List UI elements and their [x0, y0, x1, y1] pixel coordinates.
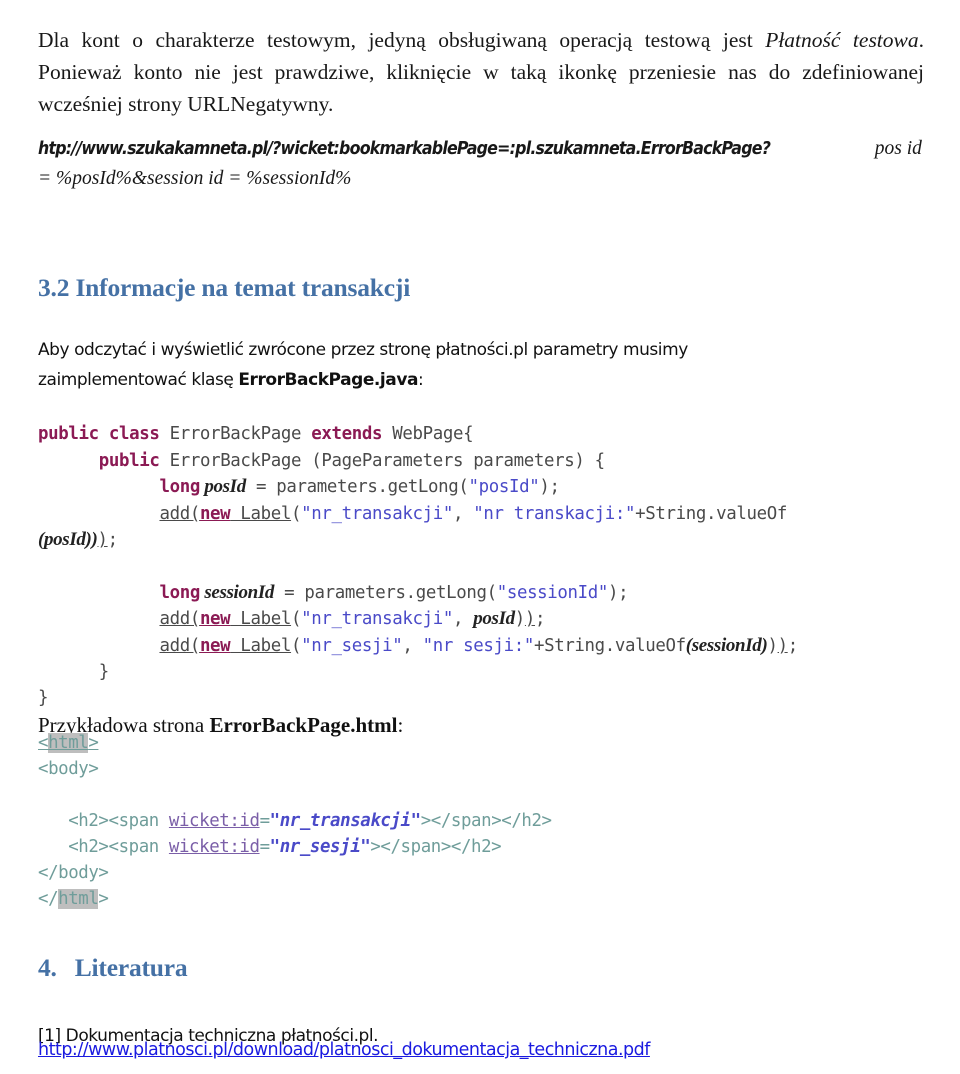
- heading-4-text: Literatura: [74, 953, 188, 983]
- java-str-nr-sesji-text-l8: "nr sesji:": [422, 635, 535, 656]
- java-indent-l6: [38, 583, 159, 603]
- html-open-tag-bracket-close: >: [88, 733, 99, 754]
- java-wrap-posid-args: (posId)): [38, 529, 98, 551]
- html-code-block: <html> <body> <h2><span wicket:id="nr_tr…: [38, 730, 938, 912]
- java-code-block: public class ErrorBackPage extends WebPa…: [38, 421, 954, 711]
- java-semicolon-l7: ;: [535, 609, 546, 630]
- html-close-tag-bracket: </: [38, 889, 59, 910]
- java-kw-new-l4: new: [199, 503, 231, 524]
- java-str-nr-sesji-id-l8: "nr_sesji": [301, 635, 403, 656]
- java-label-l8: Label: [230, 635, 292, 656]
- java-getlong-call-posid: = parameters.getLong(: [245, 477, 469, 498]
- heading-section-3-2: 3.2 Informacje na temat transakcji: [38, 273, 411, 303]
- html-attr-equals-l3: =: [259, 811, 270, 832]
- html-indent-l4: [38, 837, 68, 857]
- java-kw-new-l7: new: [199, 609, 231, 630]
- java-str-nr-transakcji-id-l7: "nr_transakcji": [301, 609, 453, 630]
- java-closeparen-l7: ): [514, 609, 525, 630]
- intro-text-part1: Dla kont o charakterze testowym, jedyną …: [38, 27, 766, 52]
- heading-section-4: 4. Literatura: [38, 953, 188, 983]
- java-superclass: WebPage{: [382, 424, 474, 445]
- java-arg-posid-l7: posId: [473, 608, 515, 630]
- java-kw-new-l8: new: [199, 635, 231, 656]
- java-comma-l4: ,: [452, 503, 474, 524]
- html-close-tag-bracket-close: >: [98, 889, 109, 910]
- java-closeparen-l8: ): [767, 635, 778, 656]
- java-arg-sessionid-l8: (sessionId): [685, 634, 768, 656]
- html-body-open-tag: <body>: [38, 759, 99, 780]
- java-valueof-l4: +String.valueOf: [635, 503, 787, 524]
- java-ctor-signature: ErrorBackPage (PageParameters parameters…: [159, 450, 606, 471]
- java-indent-l3: [38, 477, 159, 497]
- java-kw-public-ctor: public: [98, 450, 160, 471]
- java-comma-l8: ,: [402, 635, 423, 656]
- html-close-tag-name: html: [58, 889, 99, 910]
- java-paren-l8: (: [291, 635, 302, 656]
- html-attr-wicketid-l4: wicket:id: [168, 837, 260, 858]
- html-attr-value-nr-sesji: "nr_sesji": [269, 837, 371, 858]
- html-open-tag-bracket: <: [38, 733, 49, 754]
- literature-link[interactable]: http://www.platnosci.pl/download/platnos…: [38, 1040, 650, 1060]
- java-getlong-call-sessionid: = parameters.getLong(: [274, 582, 497, 603]
- html-h2-span-close-l4: ></span></h2>: [370, 837, 502, 858]
- html-attr-equals-l4: =: [259, 837, 270, 858]
- java-semicolon-l8: ;: [787, 635, 798, 656]
- java-closeparen2-l7: ): [524, 609, 536, 630]
- java-stmt-end-l6: );: [608, 582, 629, 603]
- java-kw-long-posid: long: [159, 477, 200, 498]
- html-body-close-tag: </body>: [38, 863, 109, 884]
- example-url-block: htp://www.szukakamneta.pl/?wicket:bookma…: [38, 134, 938, 194]
- paragraph-aby-odczytac: Aby odczytać i wyświetlić zwrócone przez…: [38, 335, 838, 395]
- java-var-posid: posId: [199, 476, 246, 498]
- java-closeparen2-l8: ): [777, 635, 788, 656]
- java-add-call-l8: add(: [159, 635, 200, 656]
- html-h2-span-close-l3: ></span></h2>: [420, 811, 552, 832]
- java-valueof-l8: +String.valueOf: [533, 635, 686, 656]
- html-attr-value-nr-transakcji: "nr_transakcji": [269, 811, 421, 832]
- java-var-sessionid: sessionId: [199, 581, 275, 603]
- java-label-l4: Label: [230, 503, 292, 524]
- intro-text-italic: Płatność testowa: [765, 27, 919, 52]
- java-wrap-semicolon: ;: [107, 530, 118, 551]
- html-open-tag-name: html: [48, 733, 89, 754]
- java-add-call-l4: add(: [159, 503, 200, 524]
- java-add-call-l7: add(: [159, 609, 200, 630]
- document-page: Dla kont o charakterze testowym, jedyną …: [0, 0, 960, 1074]
- java-label-l7: Label: [230, 609, 292, 630]
- java-close-brace-class: }: [38, 688, 49, 709]
- java-paren-l4: (: [291, 503, 302, 524]
- url-condensed-part: htp://www.szukakamneta.pl/?wicket:bookma…: [38, 137, 771, 159]
- html-attr-wicketid-l3: wicket:id: [168, 811, 260, 832]
- java-str-sessionid: "sessionId": [496, 582, 609, 603]
- java-str-nr-transakcji-id-l4: "nr_transakcji": [301, 503, 453, 524]
- para-aby-bold-classname: ErrorBackPage.java: [238, 370, 418, 390]
- html-indent-l3: [38, 811, 68, 831]
- intro-paragraph: Dla kont o charakterze testowym, jedyną …: [38, 24, 924, 120]
- java-stmt-end-l3: );: [539, 477, 560, 498]
- java-indent-l4: [38, 504, 159, 524]
- java-kw-extends: extends: [311, 424, 383, 445]
- heading-4-number: 4.: [38, 953, 57, 983]
- html-h2-span-open-l3: <h2><span: [68, 811, 169, 832]
- java-kw-public-class: public class: [38, 424, 160, 445]
- para-aby-part3: :: [417, 370, 424, 390]
- java-paren-l7: (: [291, 609, 302, 630]
- java-close-brace-ctor: }: [38, 662, 109, 683]
- java-wrap-closeparen: ): [97, 530, 108, 551]
- java-str-nr-transakcji-text-l4: "nr transkacji:": [473, 503, 636, 524]
- java-comma-l7: ,: [452, 609, 474, 630]
- java-indent-l2: [38, 451, 99, 471]
- java-classname: ErrorBackPage: [159, 424, 312, 445]
- html-h2-span-open-l4: <h2><span: [68, 837, 169, 858]
- java-indent-l8: [38, 636, 159, 656]
- java-str-posid: "posId": [468, 477, 540, 498]
- java-kw-long-sessionid: long: [159, 582, 200, 603]
- java-indent-l7: [38, 609, 159, 629]
